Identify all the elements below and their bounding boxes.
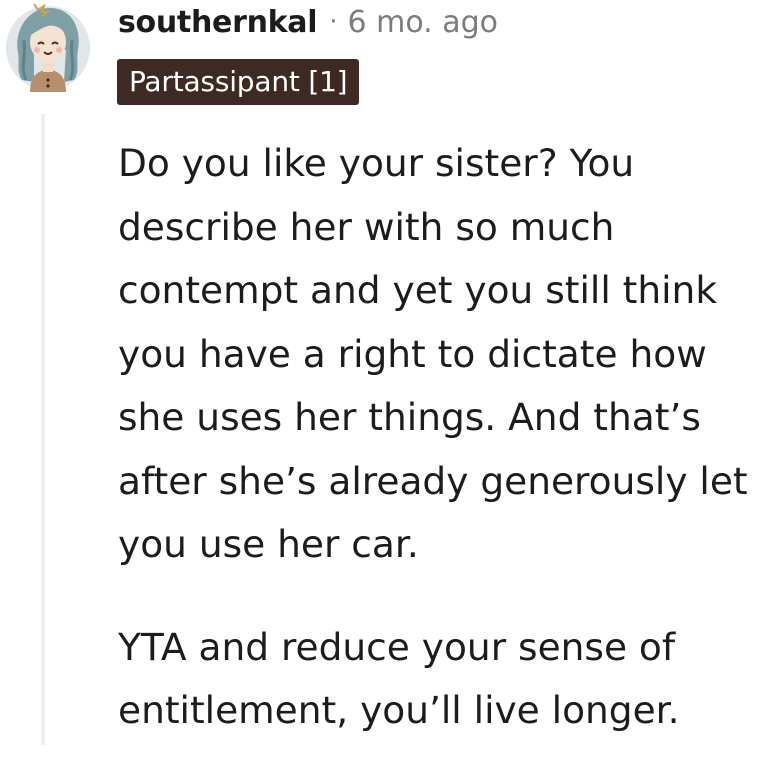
comment-paragraph-2: YTA and reduce your sense of entitlement… — [118, 624, 680, 733]
comment-body: Do you like your sister? You describe he… — [118, 132, 768, 782]
meta-separator: · — [329, 7, 338, 37]
avatar-illustration — [6, 3, 90, 92]
user-avatar-icon[interactable] — [4, 0, 92, 92]
comment-paragraph-1: Do you like your sister? You describe he… — [118, 141, 748, 566]
thread-collapse-line[interactable] — [41, 114, 45, 745]
username-link[interactable]: southernkal — [118, 5, 318, 40]
comment-header: southernkal · 6 mo. ago — [118, 2, 498, 42]
timestamp-link[interactable]: 6 mo. ago — [347, 5, 498, 40]
user-flair-badge: Partassipant [1] — [117, 59, 360, 105]
